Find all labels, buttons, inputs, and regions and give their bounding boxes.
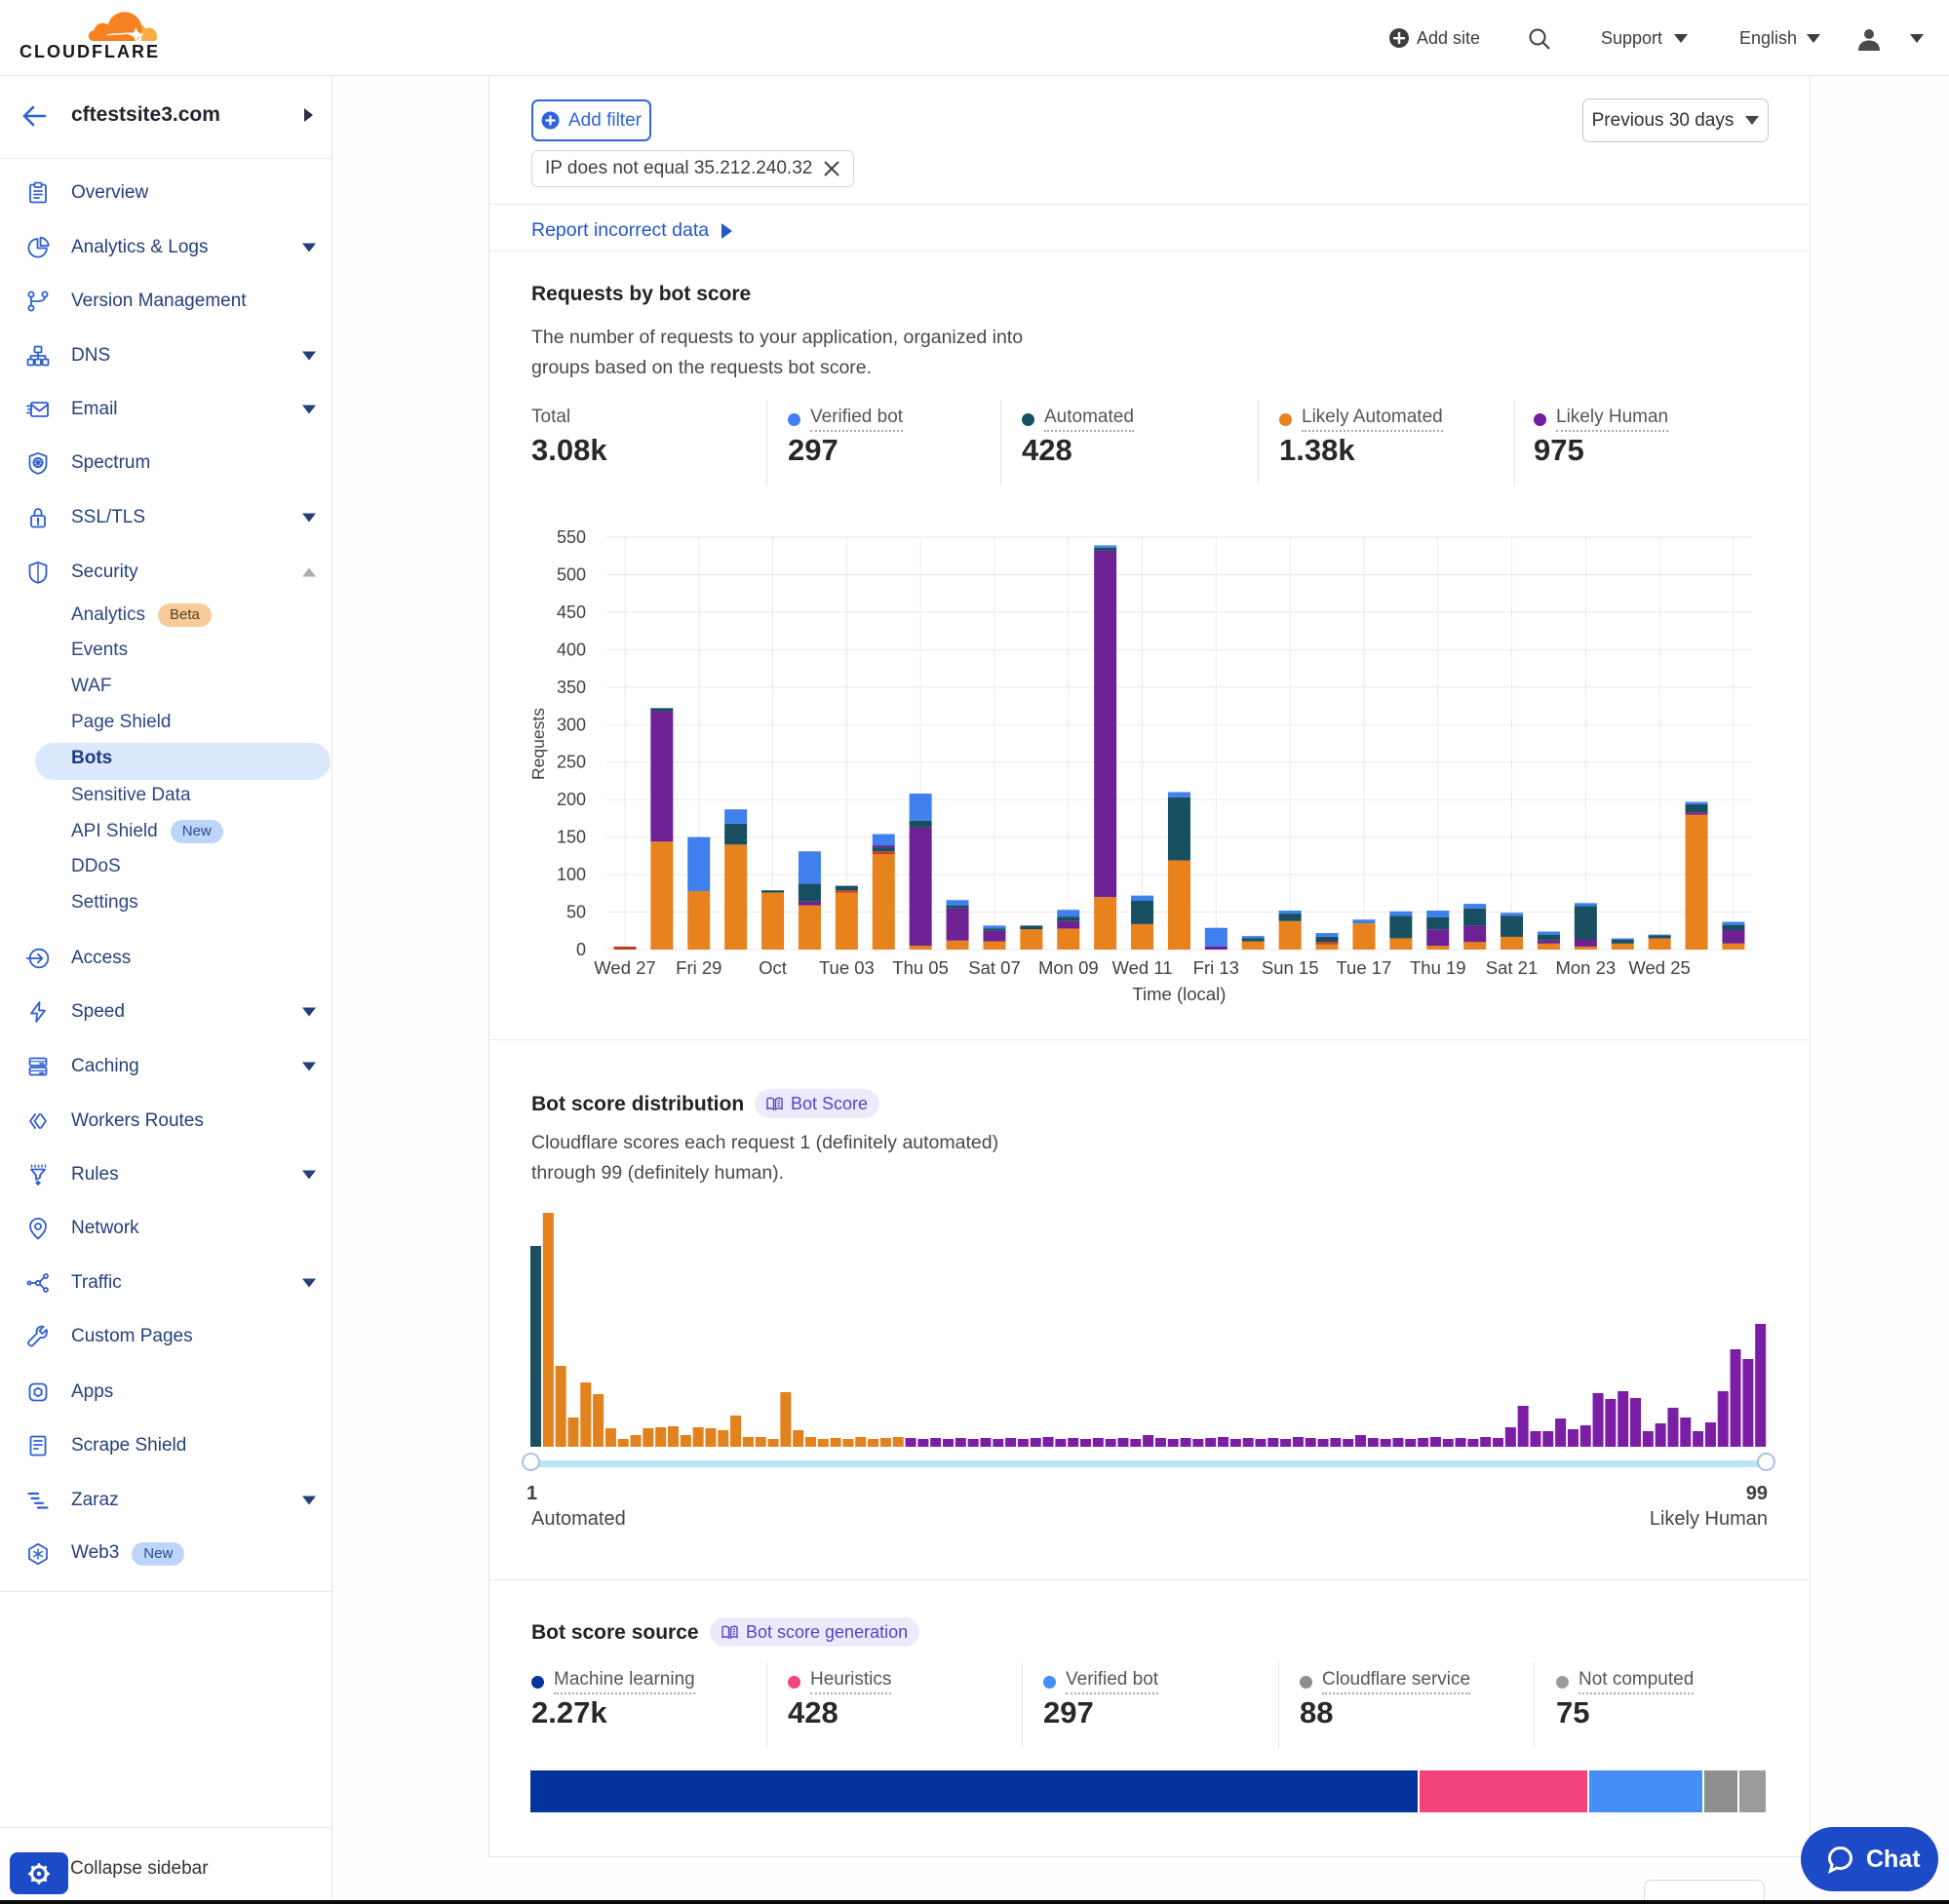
svg-text:300: 300 xyxy=(557,715,586,734)
svg-text:Mon 23: Mon 23 xyxy=(1555,957,1616,978)
svg-text:50: 50 xyxy=(566,903,586,922)
svg-text:Thu 05: Thu 05 xyxy=(892,957,949,978)
svg-text:Wed 25: Wed 25 xyxy=(1628,957,1690,978)
svg-text:Fri 29: Fri 29 xyxy=(676,957,721,978)
svg-text:250: 250 xyxy=(557,753,586,772)
svg-text:200: 200 xyxy=(557,790,586,809)
svg-text:Time (local): Time (local) xyxy=(1132,984,1226,1004)
svg-text:Requests: Requests xyxy=(528,708,548,780)
svg-text:350: 350 xyxy=(557,678,586,697)
svg-text:150: 150 xyxy=(557,828,586,847)
svg-text:Mon 09: Mon 09 xyxy=(1038,957,1099,978)
svg-text:Tue 17: Tue 17 xyxy=(1336,957,1391,978)
svg-text:Sun 15: Sun 15 xyxy=(1262,957,1319,978)
svg-text:Wed 11: Wed 11 xyxy=(1111,957,1172,978)
svg-text:400: 400 xyxy=(557,640,586,659)
svg-text:0: 0 xyxy=(576,940,586,959)
svg-text:Wed 27: Wed 27 xyxy=(594,957,655,978)
svg-text:550: 550 xyxy=(557,527,586,547)
svg-text:Sat 21: Sat 21 xyxy=(1486,957,1539,978)
svg-text:Tue 03: Tue 03 xyxy=(819,957,875,978)
svg-text:500: 500 xyxy=(557,564,586,584)
svg-text:450: 450 xyxy=(557,602,586,622)
svg-text:Thu 19: Thu 19 xyxy=(1410,957,1466,978)
svg-text:Oct: Oct xyxy=(759,957,787,978)
svg-text:Fri 13: Fri 13 xyxy=(1193,957,1239,978)
svg-text:100: 100 xyxy=(557,865,586,884)
svg-text:Sat 07: Sat 07 xyxy=(968,957,1021,978)
